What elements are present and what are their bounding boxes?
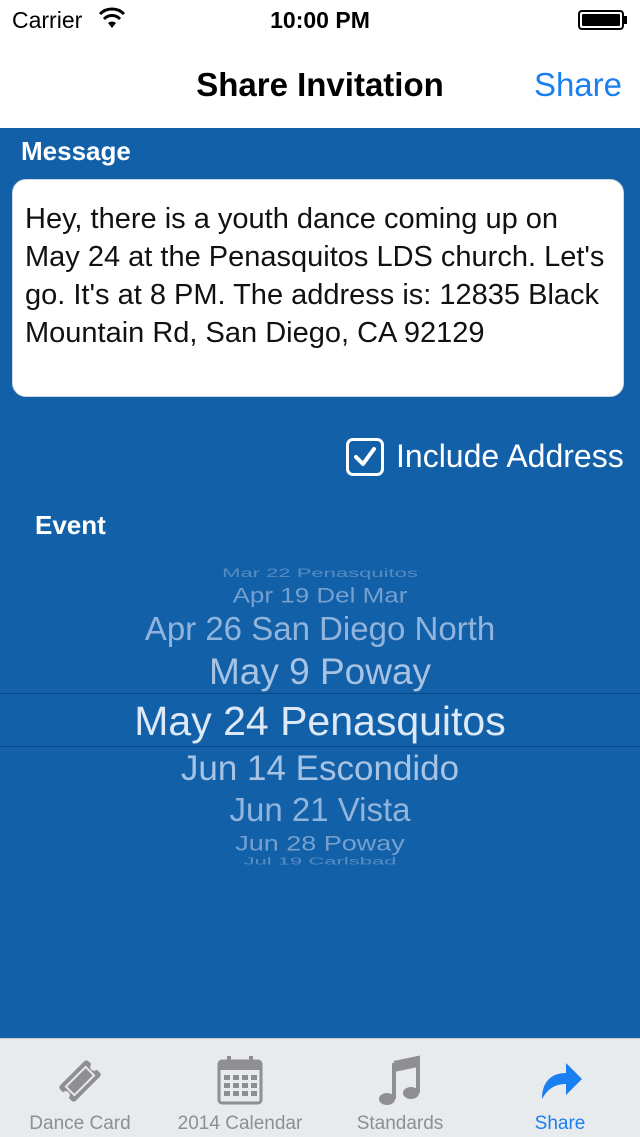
share-button[interactable]: Share [534,66,622,104]
include-address-label: Include Address [396,438,624,474]
status-time: 10:00 PM [270,7,370,33]
event-picker[interactable]: Mar 22 Penasquitos Apr 19 Del Mar Apr 26… [0,558,640,878]
tab-label: 2014 Calendar [177,1113,303,1134]
ticket-icon [52,1053,108,1109]
picker-selected-option[interactable]: May 24 Penasquitos [0,698,640,745]
picker-option[interactable]: Apr 19 Del Mar [0,583,640,608]
tab-standards[interactable]: Standards [320,1039,480,1137]
picker-option[interactable]: Jun 21 Vista [0,791,640,829]
message-label: Message [21,136,131,166]
picker-option[interactable]: Apr 26 San Diego North [0,610,640,648]
tab-calendar[interactable]: 2014 Calendar [160,1039,320,1137]
tab-bar: Dance Card 2014 Calendar Standards Share [0,1038,640,1137]
share-arrow-icon [532,1053,588,1109]
tab-dance-card[interactable]: Dance Card [0,1039,160,1137]
picker-selection-line-bottom [0,746,640,747]
tab-label: Share [534,1113,586,1134]
status-bar: Carrier 10:00 PM [0,0,640,40]
picker-option[interactable]: Jul 19 Carlsbad [0,856,640,867]
tab-label: Standards [356,1113,444,1134]
event-label: Event [35,510,106,540]
message-textarea[interactable]: Hey, there is a youth dance coming up on… [12,179,624,397]
picker-option[interactable]: Jun 28 Poway [0,831,640,856]
share-form: Message Hey, there is a youth dance comi… [0,128,640,1038]
picker-option[interactable]: Mar 22 Penasquitos [0,566,640,580]
picker-option[interactable]: May 9 Poway [0,651,640,693]
picker-selection-line-top [0,693,640,694]
tab-label: Dance Card [29,1113,131,1134]
picker-option[interactable]: Jun 14 Escondido [0,749,640,789]
checkbox-checked-icon[interactable] [346,438,384,476]
navigation-bar: Share Invitation Share [0,40,640,128]
battery-icon [578,9,628,30]
music-note-icon [372,1053,428,1109]
calendar-icon [212,1053,268,1109]
tab-share[interactable]: Share [480,1039,640,1137]
